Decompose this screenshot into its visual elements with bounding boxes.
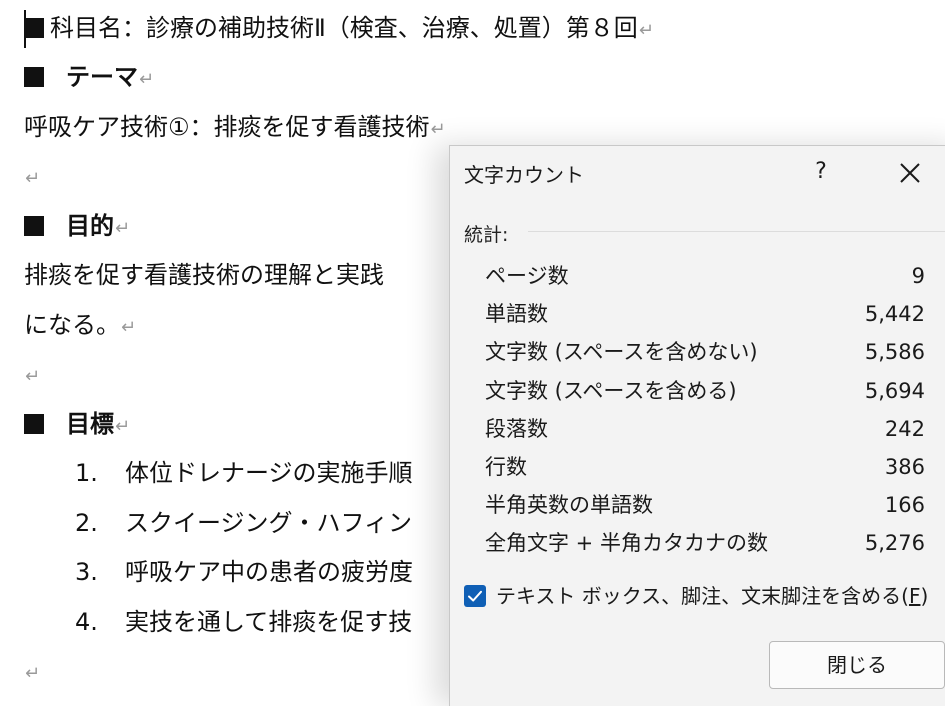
stat-row-paragraphs: 段落数 242 (485, 410, 925, 448)
purpose-text-line-2[interactable]: になる。↵ (24, 309, 136, 344)
stat-label: 文字数 (スペースを含めない) (485, 340, 758, 365)
stat-value: 5,586 (864, 340, 925, 365)
stat-value: 9 (911, 264, 925, 288)
goal-item[interactable]: 1. 体位ドレナージの実施手順 (75, 457, 413, 489)
stat-row-chars-with-spaces: 文字数 (スペースを含める) 5,694 (485, 372, 925, 410)
word-count-dialog: 文字カウント ? 統計: ページ数 9 単語数 5,442 文字数 (スペースを… (449, 145, 945, 706)
return-mark-icon: ↵ (25, 663, 41, 684)
purpose-heading[interactable]: 目的↵ (24, 210, 130, 245)
help-button[interactable]: ? (806, 154, 836, 190)
stat-label: 文字数 (スペースを含める) (485, 378, 737, 403)
stat-value: 386 (884, 454, 925, 479)
return-mark-icon: ↵ (121, 317, 137, 338)
square-bullet-icon (24, 67, 44, 87)
checkbox-label: テキスト ボックス、脚注、文末脚注を含める(F) (496, 584, 929, 608)
stat-row-pages: ページ数 9 (485, 257, 925, 295)
theme-text[interactable]: 呼吸ケア技術①：排痰を促す看護技術↵ (24, 111, 446, 146)
close-button[interactable]: 閉じる (769, 641, 945, 689)
stat-row-fullwidth-chars: 全角文字 + 半角カタカナの数 5,276 (485, 524, 925, 562)
goal-number: 2. (75, 509, 98, 537)
stat-label: 全角文字 + 半角カタカナの数 (485, 531, 768, 556)
return-mark-icon: ↵ (430, 119, 446, 140)
goal-item[interactable]: 2. スクイージング・ハフィン (75, 507, 412, 539)
accelerator-key: F (908, 584, 921, 608)
return-mark-icon: ↵ (25, 366, 41, 387)
goal-number: 1. (75, 459, 98, 487)
goal-text: スクイージング・ハフィン (125, 509, 413, 537)
purpose-text-line-1[interactable]: 排痰を促す看護技術の理解と実践 (24, 259, 384, 291)
theme-heading[interactable]: テーマ↵ (24, 61, 154, 96)
stat-row-lines: 行数 386 (485, 448, 925, 486)
statistics-list: ページ数 9 単語数 5,442 文字数 (スペースを含めない) 5,586 文… (485, 257, 925, 563)
goals-heading[interactable]: 目標↵ (24, 408, 130, 443)
stat-label: 段落数 (485, 416, 548, 441)
course-title-line[interactable]: 科目名：診療の補助技術Ⅱ（検査、治療、処置）第８回↵ (24, 12, 654, 47)
close-icon (900, 163, 920, 183)
return-mark-icon: ↵ (25, 168, 41, 189)
stat-row-chars-no-spaces: 文字数 (スペースを含めない) 5,586 (485, 333, 925, 371)
group-divider (528, 231, 945, 232)
stat-value: 5,276 (864, 531, 925, 556)
return-mark-icon: ↵ (638, 20, 654, 41)
return-mark-icon: ↵ (115, 416, 131, 437)
stat-label: ページ数 (485, 264, 569, 288)
checkmark-icon (468, 590, 482, 602)
goal-item[interactable]: 4. 実技を通して排痰を促す技 (75, 606, 412, 638)
dialog-title: 文字カウント (464, 163, 584, 187)
stat-value: 5,442 (864, 302, 925, 327)
stat-value: 5,694 (864, 378, 925, 403)
square-bullet-icon (24, 216, 44, 236)
empty-paragraph[interactable]: ↵ (24, 358, 40, 393)
include-textboxes-checkbox[interactable] (464, 585, 486, 607)
stat-label: 半角英数の単語数 (485, 493, 653, 518)
stat-label: 行数 (485, 454, 527, 479)
stat-row-halfwidth-words: 半角英数の単語数 166 (485, 486, 925, 524)
goal-text: 呼吸ケア中の患者の疲労度 (125, 558, 413, 586)
goal-text: 実技を通して排痰を促す技 (125, 608, 413, 636)
square-bullet-icon (24, 414, 44, 434)
goal-number: 4. (75, 608, 98, 636)
square-bullet-icon (24, 18, 44, 38)
stat-label: 単語数 (485, 302, 548, 327)
statistics-group-label: 統計: (464, 224, 509, 246)
stat-row-words: 単語数 5,442 (485, 295, 925, 333)
goal-number: 3. (75, 558, 98, 586)
goal-text: 体位ドレナージの実施手順 (125, 459, 413, 487)
stat-value: 242 (884, 416, 925, 441)
empty-paragraph[interactable]: ↵ (24, 160, 40, 195)
empty-paragraph[interactable]: ↵ (24, 655, 40, 690)
goal-item[interactable]: 3. 呼吸ケア中の患者の疲労度 (75, 556, 413, 588)
stat-value: 166 (884, 493, 925, 518)
return-mark-icon: ↵ (115, 218, 131, 239)
return-mark-icon: ↵ (139, 69, 155, 90)
dialog-close-button[interactable] (890, 156, 930, 190)
